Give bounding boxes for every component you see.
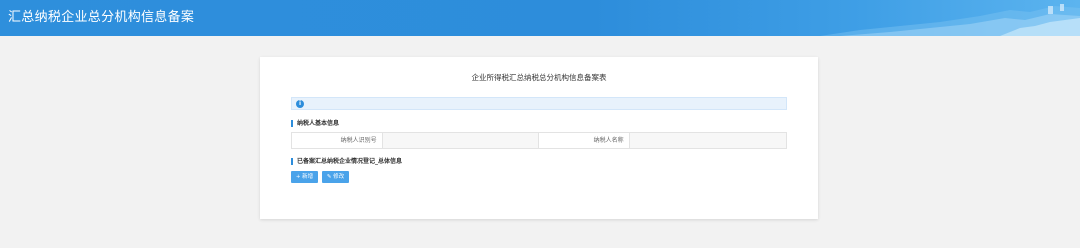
taxpayer-name-field[interactable] <box>628 133 786 148</box>
taxpayer-name-label: 纳税人名称 <box>539 133 629 148</box>
great-wall-decoration <box>820 4 1080 36</box>
taxpayer-info-row: 纳税人识别号 纳税人名称 <box>291 132 787 149</box>
section-title-registered-info: 已备案汇总纳税企业情况登记_总体信息 <box>291 158 402 165</box>
form-title: 企业所得税汇总纳税总分机构信息备案表 <box>471 73 607 82</box>
page-title: 汇总纳税企业总分机构信息备案 <box>8 10 195 25</box>
app-header: 汇总纳税企业总分机构信息备案 <box>0 0 1080 36</box>
form-card: 企业所得税汇总纳税总分机构信息备案表 i 纳税人基本信息 纳税人识别号 纳税人名… <box>260 57 818 219</box>
edit-button[interactable]: ✎ 修改 <box>322 171 349 183</box>
taxpayer-id-label: 纳税人识别号 <box>292 133 382 148</box>
info-bar: i <box>291 97 787 110</box>
info-icon: i <box>296 100 304 108</box>
taxpayer-id-field[interactable] <box>381 133 539 148</box>
section-title-basic-info: 纳税人基本信息 <box>291 120 339 127</box>
add-button[interactable]: + 新增 <box>291 171 318 183</box>
